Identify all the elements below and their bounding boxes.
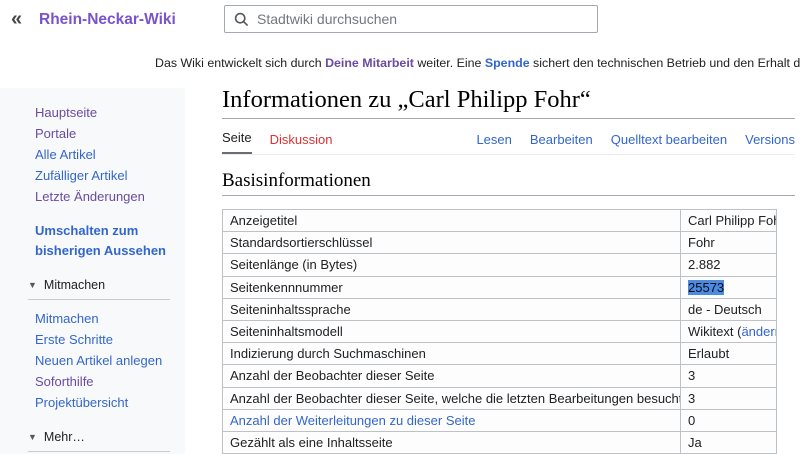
search-box[interactable] <box>224 5 598 33</box>
info-label: Standardsortierschlüssel <box>223 232 681 254</box>
top-header: « Rhein-Neckar-Wiki <box>0 0 800 44</box>
banner-text: sichert den technischen Betrieb und den … <box>530 56 800 70</box>
sidebar-item-letzte-aenderungen[interactable]: Letzte Änderungen <box>35 186 175 207</box>
info-label: Anzahl der Weiterleitungen zu dieser Sei… <box>223 409 681 431</box>
view-lesen[interactable]: Lesen <box>476 132 511 154</box>
info-value: Fohr <box>681 232 777 254</box>
table-row: Gezählt als eine Inhaltsseite Ja <box>223 432 777 454</box>
info-label: Seitenkennnummer <box>223 276 681 298</box>
sidebar-item-erste-schritte[interactable]: Erste Schritte <box>35 329 175 350</box>
tab-seite[interactable]: Seite <box>222 130 252 154</box>
site-notice-banner: Das Wiki entwickelt sich durch Deine Mit… <box>155 56 796 70</box>
wiki-logo-title[interactable]: Rhein-Neckar-Wiki <box>39 11 176 29</box>
mitarbeit-link[interactable]: Deine Mitarbeit <box>325 56 414 70</box>
sidebar-item-neuen-artikel-anlegen[interactable]: Neuen Artikel anlegen <box>35 350 175 371</box>
table-row: Seiteninhaltssprache de - Deutsch <box>223 298 777 320</box>
page: « Rhein-Neckar-Wiki Das Wiki entwickelt … <box>0 0 800 454</box>
sidebar-nav-main: Hauptseite Portale Alle Artikel Zufällig… <box>35 102 175 207</box>
info-label: Anzahl der Beobachter dieser Seite, welc… <box>223 387 681 409</box>
sidebar-item-projektuebersicht[interactable]: Projektübersicht <box>35 392 175 413</box>
info-value: Erlaubt <box>681 343 777 365</box>
sidebar-item-mitmachen[interactable]: Mitmachen <box>35 308 175 329</box>
info-value: 3 <box>681 387 777 409</box>
page-views: Lesen Bearbeiten Quelltext bearbeiten Ve… <box>476 132 795 154</box>
sidebar-item-portale[interactable]: Portale <box>35 123 175 144</box>
info-value: de - Deutsch <box>681 298 777 320</box>
table-row: Anzahl der Weiterleitungen zu dieser Sei… <box>223 409 777 431</box>
info-value: Ja <box>681 432 777 454</box>
info-label: Indizierung durch Suchmaschinen <box>223 343 681 365</box>
aendern-link[interactable]: ändern <box>741 324 776 339</box>
page-tabs: Seite Diskussion Lesen Bearbeiten Quellt… <box>222 130 795 155</box>
info-label: Seiteninhaltssprache <box>223 298 681 320</box>
info-label: Anzahl der Beobachter dieser Seite <box>223 365 681 387</box>
weiterleitungen-link[interactable]: Anzahl der Weiterleitungen zu dieser Sei… <box>230 413 475 428</box>
view-quelltext-bearbeiten[interactable]: Quelltext bearbeiten <box>611 132 727 154</box>
sidebar-item-hauptseite[interactable]: Hauptseite <box>35 102 175 123</box>
view-bearbeiten[interactable]: Bearbeiten <box>530 132 593 154</box>
info-value: Wikitext (ändern) <box>681 321 777 343</box>
toggle-old-look-link[interactable]: Umschalten zum bisherigen Aussehen <box>35 221 170 261</box>
sidebar-item-zufaelliger-artikel[interactable]: Zufälliger Artikel <box>35 165 175 186</box>
banner-text: weiter. Eine <box>414 56 485 70</box>
sidebar-item-soforthilfe[interactable]: Soforthilfe <box>35 371 175 392</box>
page-title: Informationen zu „Carl Philipp Fohr“ <box>222 86 795 119</box>
sidebar-section-mehr: ▼ Mehr… Hilfe Unterstützen Impressum <box>35 430 175 454</box>
info-label: Gezählt als eine Inhaltsseite <box>223 432 681 454</box>
info-label: Seiteninhaltsmodell <box>223 321 681 343</box>
table-row: Anzahl der Beobachter dieser Seite 3 <box>223 365 777 387</box>
info-value: Carl Philipp Fohr <box>681 210 777 232</box>
sidebar-item-alle-artikel[interactable]: Alle Artikel <box>35 144 175 165</box>
section-header-mitmachen[interactable]: ▼ Mitmachen <box>28 278 170 300</box>
section-header-mehr[interactable]: ▼ Mehr… <box>28 430 170 452</box>
sidebar: Hauptseite Portale Alle Artikel Zufällig… <box>0 88 185 454</box>
sidebar-section-mitmachen: ▼ Mitmachen Mitmachen Erste Schritte Neu… <box>35 278 175 413</box>
spende-link[interactable]: Spende <box>485 56 530 70</box>
info-value: 25573 <box>681 276 777 298</box>
info-label: Seitenlänge (in Bytes) <box>223 254 681 276</box>
table-row: Anzahl der Beobachter dieser Seite, welc… <box>223 387 777 409</box>
table-row: Standardsortierschlüssel Fohr <box>223 232 777 254</box>
section-title: Mitmachen <box>44 278 105 292</box>
chevron-down-icon: ▼ <box>28 432 37 442</box>
table-row: Anzeigetitel Carl Philipp Fohr <box>223 210 777 232</box>
value-text: Wikitext ( <box>688 324 741 339</box>
view-versionsgeschichte[interactable]: Versions <box>745 132 795 154</box>
collapse-sidebar-icon[interactable]: « <box>11 8 22 31</box>
banner-text: Das Wiki entwickelt sich durch <box>155 56 325 70</box>
section-heading-basisinformationen: Basisinformationen <box>222 170 795 196</box>
page-info-table: Anzeigetitel Carl Philipp Fohr Standards… <box>222 209 777 454</box>
section-title: Mehr… <box>44 430 85 444</box>
table-row: Indizierung durch Suchmaschinen Erlaubt <box>223 343 777 365</box>
info-value: 2.882 <box>681 254 777 276</box>
table-row: Seitenlänge (in Bytes) 2.882 <box>223 254 777 276</box>
tab-diskussion[interactable]: Diskussion <box>270 132 333 154</box>
search-input[interactable] <box>257 11 588 27</box>
info-value: 3 <box>681 365 777 387</box>
search-icon <box>234 12 249 27</box>
chevron-down-icon: ▼ <box>28 280 37 290</box>
main-content: Informationen zu „Carl Philipp Fohr“ Sei… <box>222 86 795 454</box>
info-value: 0 <box>681 409 777 431</box>
table-row: Seiteninhaltsmodell Wikitext (ändern) <box>223 321 777 343</box>
table-row: Seitenkennnummer 25573 <box>223 276 777 298</box>
selected-text: 25573 <box>688 280 724 295</box>
info-label: Anzeigetitel <box>223 210 681 232</box>
